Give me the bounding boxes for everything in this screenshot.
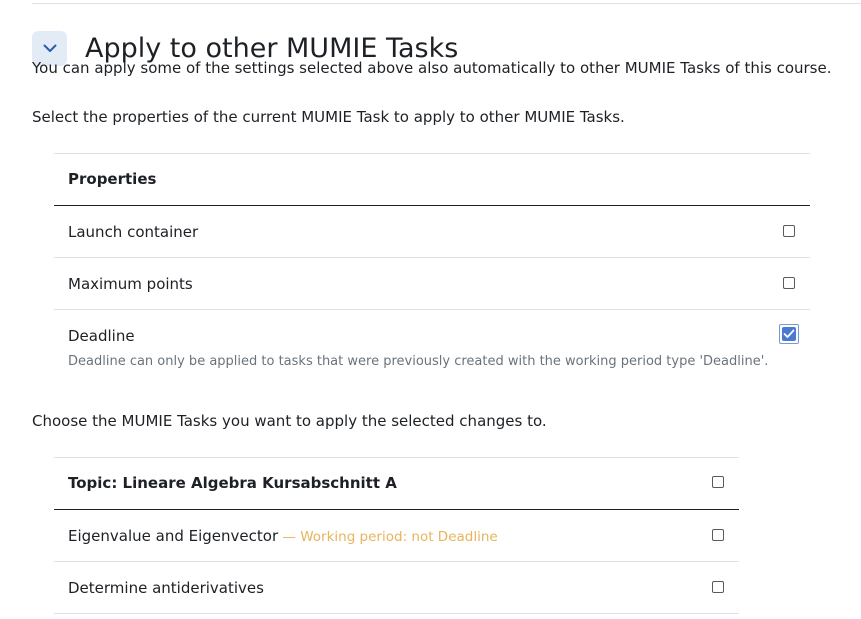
property-label-launch-container: Launch container	[68, 223, 199, 241]
property-label-deadline: Deadline	[68, 327, 135, 345]
launch-container-checkbox[interactable]	[783, 225, 795, 237]
choose-tasks-text: Choose the MUMIE Tasks you want to apply…	[32, 412, 547, 430]
properties-table: Properties Launch container Maximum poin…	[54, 153, 810, 382]
divider	[32, 3, 861, 4]
maximum-points-checkbox[interactable]	[783, 277, 795, 289]
chevron-down-icon	[43, 44, 57, 53]
properties-header-row: Properties	[54, 153, 810, 206]
working-period-note: — Working period: not Deadline	[278, 529, 498, 545]
table-row: Maximum points	[54, 258, 810, 310]
intro-text: You can apply some of the settings selec…	[32, 59, 832, 77]
checkmark-icon	[782, 327, 796, 341]
topic-select-all-checkbox[interactable]	[712, 476, 724, 488]
topic-header-row: Topic: Lineare Algebra Kursabschnitt A	[54, 457, 739, 510]
table-row: Launch container	[54, 206, 810, 258]
deadline-checkbox[interactable]	[779, 324, 799, 344]
table-row: Eigenvalue and Eigenvector — Working per…	[54, 510, 739, 562]
property-label-maximum-points: Maximum points	[68, 275, 193, 293]
task-name: Eigenvalue and Eigenvector	[68, 527, 279, 545]
antiderivatives-task-checkbox[interactable]	[712, 581, 724, 593]
table-row: Determine antiderivatives	[54, 562, 739, 614]
task-label-antiderivatives: Determine antiderivatives	[68, 579, 264, 597]
table-row: Deadline Deadline can only be applied to…	[54, 310, 810, 382]
properties-header: Properties	[68, 170, 157, 188]
select-properties-text: Select the properties of the current MUM…	[32, 108, 625, 126]
deadline-hint: Deadline can only be applied to tasks th…	[68, 354, 769, 369]
eigenvalue-task-checkbox[interactable]	[712, 529, 724, 541]
topic-header: Topic: Lineare Algebra Kursabschnitt A	[68, 474, 397, 492]
task-label-eigenvalue: Eigenvalue and Eigenvector — Working per…	[68, 527, 498, 545]
tasks-table: Topic: Lineare Algebra Kursabschnitt A E…	[54, 457, 739, 614]
apply-to-other-tasks-section: Apply to other MUMIE Tasks You can apply…	[0, 0, 861, 619]
